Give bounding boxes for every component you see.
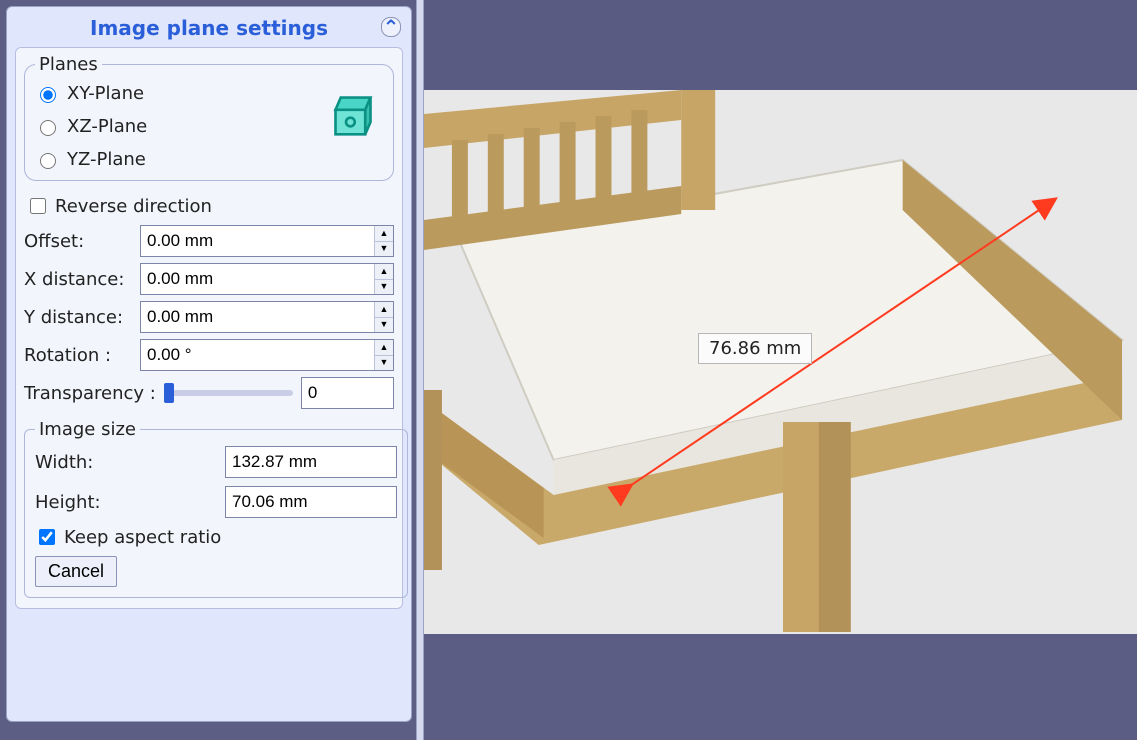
radio-xz-plane[interactable]: XZ-Plane — [35, 116, 325, 137]
width-spinbox[interactable]: ▲▼ — [225, 446, 397, 478]
rotation-step-up[interactable]: ▲ — [375, 340, 393, 356]
panel-splitter[interactable] — [416, 0, 424, 740]
panel-body: Planes XY-Plane XZ-Plane YZ- — [15, 47, 403, 609]
offset-input[interactable] — [141, 226, 374, 256]
transparency-row: Transparency : ▲▼ — [24, 377, 394, 409]
planes-group: Planes XY-Plane XZ-Plane YZ- — [24, 54, 394, 181]
transparency-slider[interactable] — [164, 390, 293, 396]
radio-yz-plane[interactable]: YZ-Plane — [35, 149, 325, 170]
chevron-up-icon: ⌃ — [383, 17, 400, 37]
xdistance-step-down[interactable]: ▼ — [375, 280, 393, 295]
radio-yz-label: YZ-Plane — [67, 149, 146, 170]
dimension-label: 76.86 mm — [698, 333, 812, 364]
keep-aspect-input[interactable] — [39, 529, 55, 545]
height-spinbox[interactable]: ▲▼ — [225, 486, 397, 518]
ydistance-step-up[interactable]: ▲ — [375, 302, 393, 318]
height-label: Height: — [35, 492, 225, 513]
xdistance-row: X distance: ▲▼ — [24, 263, 394, 295]
radio-xy-plane[interactable]: XY-Plane — [35, 83, 325, 104]
radio-xz-label: XZ-Plane — [67, 116, 147, 137]
ydistance-input[interactable] — [141, 302, 374, 332]
radio-yz-input[interactable] — [40, 153, 56, 169]
image-size-group: Image size Width: ▲▼ Height: ▲▼ — [24, 419, 408, 598]
reverse-direction-label: Reverse direction — [55, 196, 212, 217]
transparency-label: Transparency : — [24, 383, 156, 404]
height-row: Height: ▲▼ — [35, 486, 397, 518]
task-panel: Image plane settings ⌃ Planes XY-Plane — [6, 6, 412, 722]
ydistance-label: Y distance: — [24, 307, 136, 328]
collapse-button[interactable]: ⌃ — [381, 17, 401, 37]
cancel-button[interactable]: Cancel — [35, 556, 117, 587]
reverse-direction-checkbox[interactable]: Reverse direction — [24, 191, 394, 225]
keep-aspect-label: Keep aspect ratio — [64, 527, 221, 548]
xdistance-step-up[interactable]: ▲ — [375, 264, 393, 280]
ydistance-step-down[interactable]: ▼ — [375, 318, 393, 333]
cube-icon — [325, 87, 381, 143]
width-label: Width: — [35, 452, 225, 473]
task-panel-container: Image plane settings ⌃ Planes XY-Plane — [0, 0, 416, 740]
keep-aspect-checkbox[interactable]: Keep aspect ratio — [35, 526, 397, 556]
offset-step-down[interactable]: ▼ — [375, 242, 393, 257]
rotation-row: Rotation : ▲▼ — [24, 339, 394, 371]
ydistance-row: Y distance: ▲▼ — [24, 301, 394, 333]
radio-xy-input[interactable] — [40, 87, 56, 103]
transparency-spinbox[interactable]: ▲▼ — [301, 377, 394, 409]
planes-legend: Planes — [35, 54, 102, 75]
reverse-direction-input[interactable] — [30, 198, 46, 214]
width-row: Width: ▲▼ — [35, 446, 397, 478]
ydistance-spinbox[interactable]: ▲▼ — [140, 301, 394, 333]
xdistance-label: X distance: — [24, 269, 136, 290]
offset-label: Offset: — [24, 231, 136, 252]
offset-row: Offset: ▲▼ — [24, 225, 394, 257]
xdistance-spinbox[interactable]: ▲▼ — [140, 263, 394, 295]
radio-xy-label: XY-Plane — [67, 83, 144, 104]
xdistance-input[interactable] — [141, 264, 374, 294]
rotation-label: Rotation : — [24, 345, 136, 366]
panel-header: Image plane settings ⌃ — [15, 13, 403, 43]
image-size-legend: Image size — [35, 419, 140, 440]
rotation-spinbox[interactable]: ▲▼ — [140, 339, 394, 371]
rotation-step-down[interactable]: ▼ — [375, 356, 393, 371]
viewport-3d[interactable]: 76.86 mm — [424, 0, 1137, 740]
radio-xz-input[interactable] — [40, 120, 56, 136]
rotation-input[interactable] — [141, 340, 374, 370]
offset-spinbox[interactable]: ▲▼ — [140, 225, 394, 257]
panel-title: Image plane settings — [90, 16, 328, 40]
offset-step-up[interactable]: ▲ — [375, 226, 393, 242]
